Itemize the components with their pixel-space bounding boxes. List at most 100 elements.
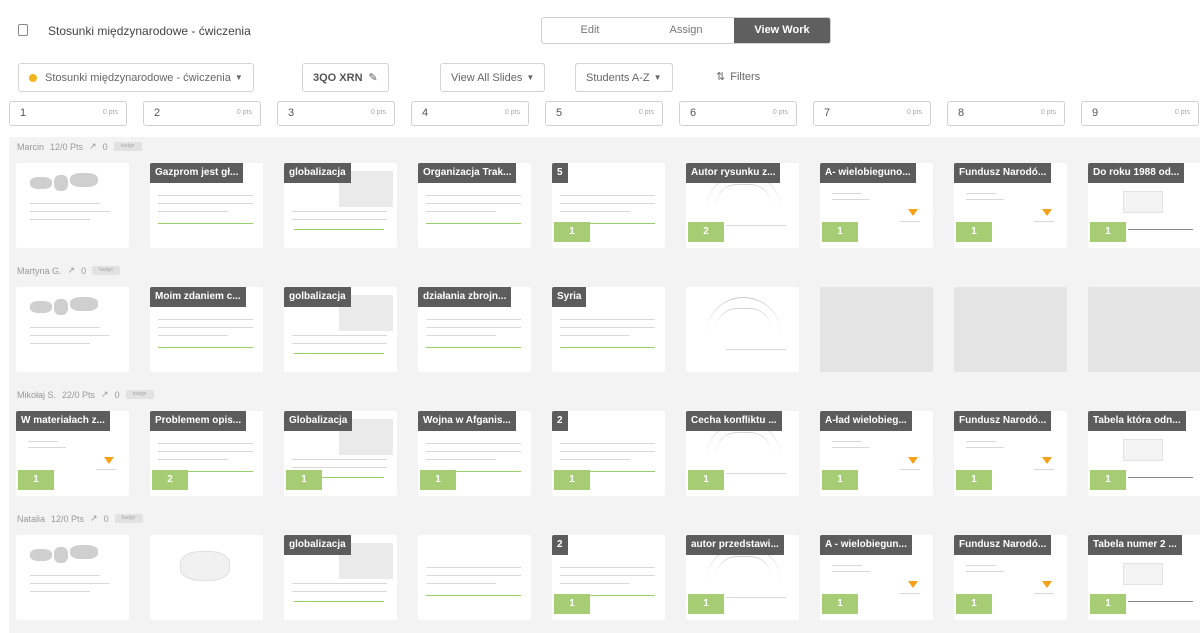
status-badge: badge: [125, 390, 154, 399]
student-label[interactable]: Mikołaj S. 22/0 Pts ↗ 0 badge: [17, 389, 154, 400]
score-badge: 1: [688, 594, 724, 614]
student-points: 12/0 Pts: [51, 513, 85, 524]
work-tile[interactable]: działania zbrojn...: [418, 287, 531, 372]
score-badge: 1: [822, 222, 858, 242]
student-label[interactable]: Natalia 12/0 Pts ↗ 0 badge: [17, 513, 143, 524]
student-name: Natalia: [17, 513, 46, 524]
class-code-button[interactable]: 3QO XRN ✎: [302, 63, 389, 92]
work-tile[interactable]: Gazprom jest gł...: [150, 163, 263, 248]
slide-header-9[interactable]: 9 0 pts: [1081, 101, 1199, 126]
score-badge: 2: [152, 470, 188, 490]
work-tile[interactable]: [418, 535, 531, 620]
slide-number: 9: [1092, 107, 1099, 119]
work-tile[interactable]: A-ład wielobieg... 1: [820, 411, 933, 496]
work-tile[interactable]: globalizacja: [284, 535, 397, 620]
answer-preview: A - wielobiegun...: [820, 535, 912, 555]
filter-sliders-icon: ⇅: [716, 71, 725, 83]
work-tile[interactable]: Organizacja Trak...: [418, 163, 531, 248]
work-tile[interactable]: Problemem opis... 2: [150, 411, 263, 496]
marker-icon: [104, 457, 114, 464]
slide-header-1[interactable]: 1 0 pts: [9, 101, 127, 126]
mode-view-work-tab[interactable]: View Work: [734, 18, 830, 43]
score-badge: 1: [956, 470, 992, 490]
status-badge: badge: [114, 514, 143, 523]
work-tile[interactable]: A - wielobiegun... 1: [820, 535, 933, 620]
work-tile[interactable]: Syria: [552, 287, 665, 372]
slide-header-8[interactable]: 8 0 pts: [947, 101, 1065, 126]
slide-points: 0 pts: [102, 109, 118, 116]
slide-header-3[interactable]: 3 0 pts: [277, 101, 395, 126]
marker-icon: [1042, 209, 1052, 216]
slide-points: 0 pts: [638, 109, 654, 116]
mode-assign-tab[interactable]: Assign: [638, 18, 734, 43]
mode-edit-tab[interactable]: Edit: [542, 18, 638, 43]
student-row: Natalia 12/0 Pts ↗ 0 badge globalizacja 2 1 auto…: [9, 509, 1200, 633]
work-tile[interactable]: Fundusz Narodó... 1: [954, 535, 1067, 620]
answer-preview: autor przedstawi...: [686, 535, 784, 555]
student-likes: 0: [81, 265, 87, 276]
top-bar: Stosunki międzynarodowe - ćwiczenia Edit…: [0, 0, 1200, 60]
work-tile[interactable]: Globalizacja 1: [284, 411, 397, 496]
sort-students-select[interactable]: Students A-Z ▼: [575, 63, 673, 92]
student-row: Martyna G. ↗ 0 badge Moim zdaniem c... golbal…: [9, 261, 1200, 385]
student-name: Martyna G.: [17, 265, 62, 276]
slide-points: 0 pts: [772, 109, 788, 116]
work-tile[interactable]: Tabela numer 2 ... 1: [1088, 535, 1200, 620]
work-tile[interactable]: autor przedstawi... 1: [686, 535, 799, 620]
slide-number: 4: [422, 107, 429, 119]
view-slides-label: View All Slides: [451, 71, 523, 84]
work-tile[interactable]: 21: [552, 535, 665, 620]
class-code-label: 3QO XRN: [313, 71, 363, 84]
student-name: Mikołaj S.: [17, 389, 57, 400]
slide-header-4[interactable]: 4 0 pts: [411, 101, 529, 126]
slide-header-6[interactable]: 6 0 pts: [679, 101, 797, 126]
score-badge: 1: [18, 470, 54, 490]
student-likes: 0: [102, 141, 108, 152]
slide-header-2[interactable]: 2 0 pts: [143, 101, 261, 126]
work-tile[interactable]: [16, 535, 129, 620]
work-tile[interactable]: Do roku 1988 od... 1: [1088, 163, 1200, 248]
student-label[interactable]: Marcin 12/0 Pts ↗ 0 badge: [17, 141, 142, 152]
answer-preview: Do roku 1988 od...: [1088, 163, 1185, 183]
score-badge: 2: [688, 222, 724, 242]
answer-preview: Gazprom jest gł...: [150, 163, 244, 183]
likes-icon: ↗: [89, 141, 97, 151]
class-select[interactable]: Stosunki międzynarodowe - ćwiczenia ▼: [18, 63, 254, 92]
work-tile[interactable]: [686, 287, 799, 372]
work-tile[interactable]: Moim zdaniem c...: [150, 287, 263, 372]
work-tile[interactable]: Autor rysunku z... 2: [686, 163, 799, 248]
work-tile[interactable]: Wojna w Afganis... 1: [418, 411, 531, 496]
work-tile[interactable]: A- wielobieguno... 1: [820, 163, 933, 248]
view-slides-select[interactable]: View All Slides ▼: [440, 63, 546, 92]
work-tile[interactable]: [16, 163, 129, 248]
status-badge: badge: [92, 266, 121, 275]
world-map-thumbnail: [30, 173, 100, 195]
chevron-down-icon: ▼: [526, 73, 535, 82]
filters-button[interactable]: ⇅ Filters: [716, 70, 760, 84]
student-label[interactable]: Martyna G. ↗ 0 badge: [17, 265, 121, 276]
slide-header-5[interactable]: 5 0 pts: [545, 101, 663, 126]
score-badge: 1: [554, 470, 590, 490]
work-tile[interactable]: 21: [552, 411, 665, 496]
work-tile[interactable]: golbalizacja: [284, 287, 397, 372]
work-tile[interactable]: [150, 535, 263, 620]
score-badge: 1: [956, 222, 992, 242]
sketch-thumbnail: [180, 551, 230, 581]
work-tile[interactable]: Fundusz Narodó... 1: [954, 411, 1067, 496]
work-tile[interactable]: globalizacja: [284, 163, 397, 248]
student-row: Marcin 12/0 Pts ↗ 0 badge Gazprom jest gł... g…: [9, 137, 1200, 261]
work-tile[interactable]: Tabela która odn... 1: [1088, 411, 1200, 496]
answer-preview: Wojna w Afganis...: [418, 411, 516, 431]
slide-header-7[interactable]: 7 0 pts: [813, 101, 931, 126]
slide-number: 7: [824, 107, 831, 119]
work-tile[interactable]: 51: [552, 163, 665, 248]
work-tile[interactable]: Fundusz Narodó... 1: [954, 163, 1067, 248]
chevron-down-icon: ▼: [653, 73, 662, 82]
work-tile[interactable]: Cecha konfliktu ... 1: [686, 411, 799, 496]
work-tile[interactable]: [16, 287, 129, 372]
slide-number: 6: [690, 107, 697, 119]
work-tile[interactable]: W materiałach z... 1: [16, 411, 129, 496]
marker-icon: [908, 209, 918, 216]
answer-preview: Syria: [552, 287, 587, 307]
answer-preview: Globalizacja: [284, 411, 353, 431]
